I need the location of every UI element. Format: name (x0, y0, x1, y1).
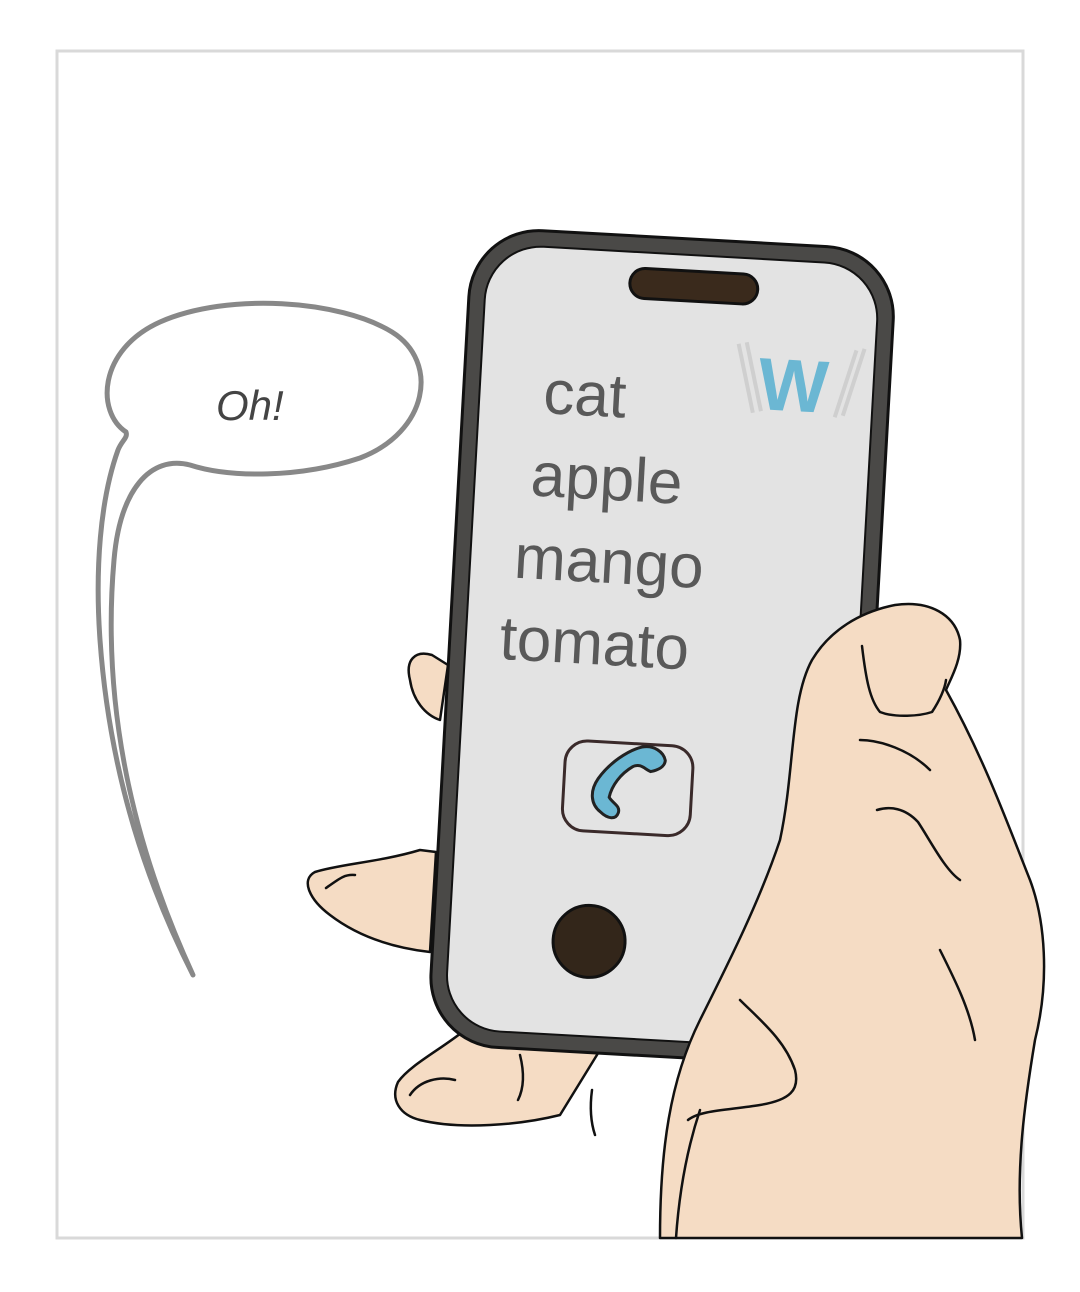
word-apple: apple (529, 440, 684, 517)
illustration: Oh! W cat apple mango tomato (55, 49, 1046, 1240)
speaker-notch (628, 266, 760, 306)
logo-letter: W (756, 342, 831, 429)
speech-bubble-text: Oh! (216, 382, 284, 429)
call-button[interactable] (560, 739, 695, 838)
word-tomato: tomato (498, 604, 691, 683)
word-cat: cat (542, 358, 628, 432)
word-mango: mango (512, 523, 705, 602)
